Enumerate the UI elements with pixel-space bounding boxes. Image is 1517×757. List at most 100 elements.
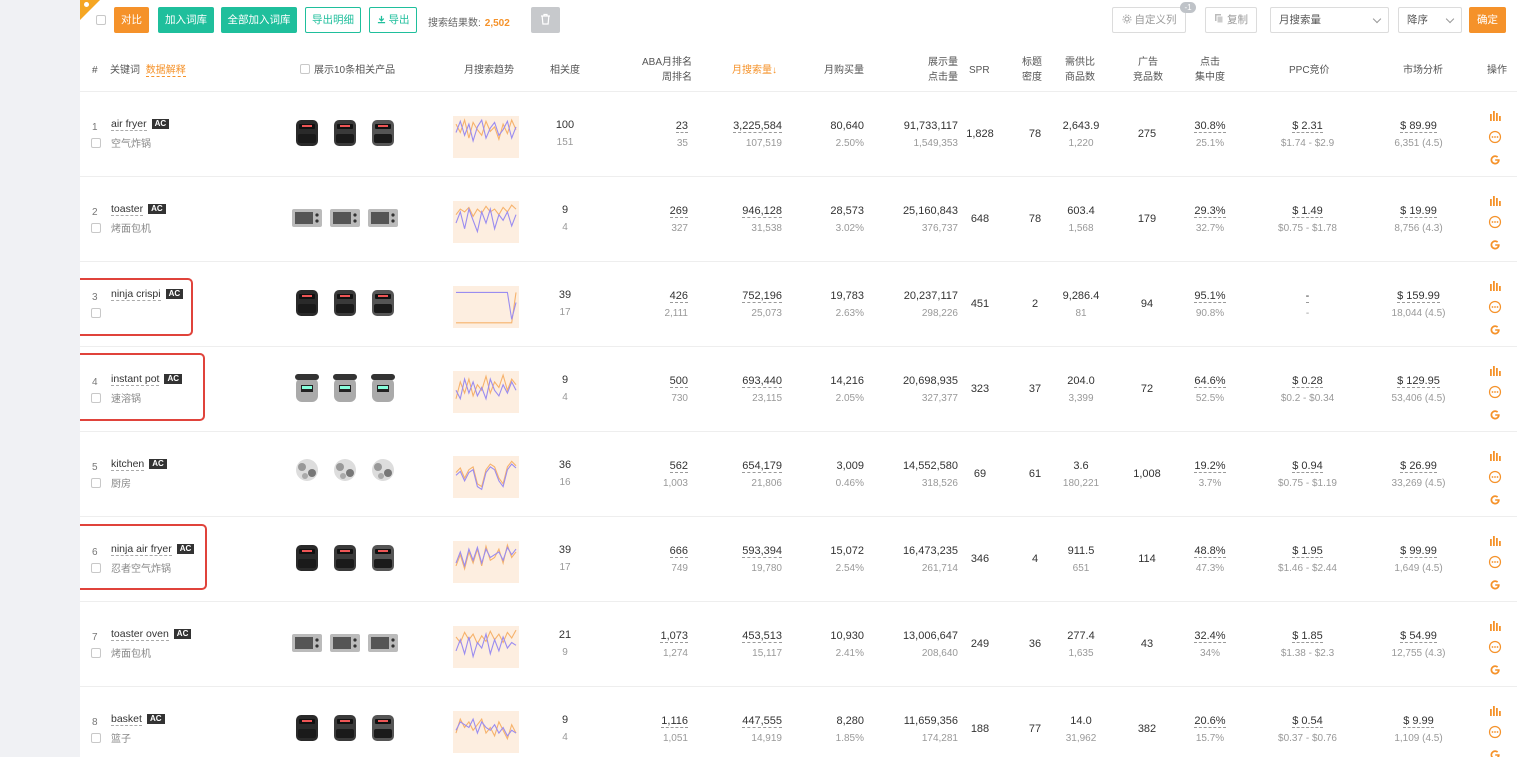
product-thumbnail[interactable] <box>328 369 362 405</box>
product-thumbnail[interactable] <box>366 454 400 490</box>
keyword-text[interactable]: basket <box>111 713 142 726</box>
export-detail-button[interactable]: 导出明细 <box>305 7 361 33</box>
data-explain-link[interactable]: 数据解释 <box>145 65 186 77</box>
more-icon[interactable] <box>1488 300 1502 314</box>
keyword-cell[interactable]: ninja air fryer AC <box>111 543 195 556</box>
keyword-cell[interactable]: kitchen AC <box>111 458 167 471</box>
col-click-concentration[interactable]: 点击 集中度 <box>1194 55 1226 85</box>
product-thumbnail[interactable] <box>366 539 400 575</box>
trend-sparkline[interactable] <box>453 541 519 583</box>
product-thumbnail[interactable] <box>328 709 362 745</box>
trend-sparkline[interactable] <box>453 116 519 158</box>
more-icon[interactable] <box>1488 130 1502 144</box>
add-all-to-library-button[interactable]: 全部加入词库 <box>221 7 297 33</box>
google-icon[interactable] <box>1488 237 1502 251</box>
bar-chart-icon[interactable] <box>1488 278 1502 292</box>
product-thumbnail[interactable] <box>328 199 362 235</box>
google-icon[interactable] <box>1488 322 1502 336</box>
product-thumbnail[interactable] <box>366 624 400 660</box>
product-thumbnail[interactable] <box>328 114 362 150</box>
keyword-text[interactable]: toaster oven <box>111 628 169 641</box>
col-aba-rank[interactable]: ABA月排名 周排名 <box>638 55 692 85</box>
product-thumbnail[interactable] <box>328 454 362 490</box>
product-thumbnail[interactable] <box>290 114 324 150</box>
col-monthly-purchase[interactable]: 月购买量 <box>824 63 864 78</box>
product-thumbnail[interactable] <box>366 114 400 150</box>
keyword-cell[interactable]: basket AC <box>111 713 165 726</box>
trend-sparkline[interactable] <box>453 286 519 328</box>
col-ads[interactable]: 广告 竞品数 <box>1132 55 1164 85</box>
bar-chart-icon[interactable] <box>1488 618 1502 632</box>
product-thumbnail[interactable] <box>290 709 324 745</box>
compare-button[interactable]: 对比 <box>114 7 149 33</box>
product-thumbnail[interactable] <box>366 709 400 745</box>
delete-button[interactable] <box>531 7 560 33</box>
custom-columns-button[interactable]: 自定义列 <box>1112 7 1186 33</box>
more-icon[interactable] <box>1488 385 1502 399</box>
add-to-library-button[interactable]: 加入词库 <box>158 7 214 33</box>
keyword-cell[interactable]: toaster AC <box>111 203 166 216</box>
product-thumbnail[interactable] <box>366 284 400 320</box>
keyword-cell[interactable]: toaster oven AC <box>111 628 192 641</box>
more-icon[interactable] <box>1488 470 1502 484</box>
product-thumbnail[interactable] <box>290 454 324 490</box>
export-button[interactable]: 导出 <box>369 7 417 33</box>
col-market[interactable]: 市场分析 <box>1403 63 1443 78</box>
google-icon[interactable] <box>1488 492 1502 506</box>
google-icon[interactable] <box>1488 577 1502 591</box>
trend-sparkline[interactable] <box>453 371 519 413</box>
confirm-button[interactable]: 确定 <box>1469 7 1506 33</box>
bar-chart-icon[interactable] <box>1488 193 1502 207</box>
keyword-text[interactable]: air fryer <box>111 118 147 131</box>
keyword-cell[interactable]: air fryer AC <box>111 118 170 131</box>
copy-button[interactable]: 复制 <box>1205 7 1257 33</box>
row-checkbox[interactable] <box>91 648 101 658</box>
col-ppc[interactable]: PPC竞价 <box>1289 63 1330 78</box>
row-checkbox[interactable] <box>91 393 101 403</box>
keyword-text[interactable]: instant pot <box>111 373 160 386</box>
trend-sparkline[interactable] <box>453 626 519 668</box>
col-monthly-search[interactable]: 月搜索量↓ <box>732 63 777 78</box>
keyword-cell[interactable]: ninja crispi AC <box>111 288 184 301</box>
google-icon[interactable] <box>1488 407 1502 421</box>
google-icon[interactable] <box>1488 152 1502 166</box>
show-products-checkbox[interactable] <box>300 64 310 74</box>
col-spr[interactable]: SPR <box>969 63 990 78</box>
col-supply-demand[interactable]: 需供比 商品数 <box>1064 55 1096 85</box>
bar-chart-icon[interactable] <box>1488 703 1502 717</box>
row-checkbox[interactable] <box>91 478 101 488</box>
row-checkbox[interactable] <box>91 308 101 318</box>
product-thumbnail[interactable] <box>290 284 324 320</box>
col-title-density[interactable]: 标题 密度 <box>1020 55 1044 85</box>
product-thumbnail[interactable] <box>328 539 362 575</box>
row-checkbox[interactable] <box>91 733 101 743</box>
bar-chart-icon[interactable] <box>1488 533 1502 547</box>
product-thumbnail[interactable] <box>328 624 362 660</box>
keyword-text[interactable]: ninja air fryer <box>111 543 172 556</box>
more-icon[interactable] <box>1488 555 1502 569</box>
product-thumbnail[interactable] <box>328 284 362 320</box>
bar-chart-icon[interactable] <box>1488 448 1502 462</box>
keyword-text[interactable]: kitchen <box>111 458 145 471</box>
col-impressions[interactable]: 展示量 点击量 <box>918 55 958 85</box>
row-checkbox[interactable] <box>91 223 101 233</box>
google-icon[interactable] <box>1488 662 1502 676</box>
product-thumbnail[interactable] <box>290 624 324 660</box>
trend-sparkline[interactable] <box>453 711 519 753</box>
row-checkbox[interactable] <box>91 138 101 148</box>
product-thumbnail[interactable] <box>366 369 400 405</box>
product-thumbnail[interactable] <box>366 199 400 235</box>
row-checkbox[interactable] <box>91 563 101 573</box>
trend-sparkline[interactable] <box>453 201 519 243</box>
product-thumbnail[interactable] <box>290 369 324 405</box>
more-icon[interactable] <box>1488 215 1502 229</box>
select-all-checkbox[interactable] <box>96 15 106 25</box>
product-thumbnail[interactable] <box>290 539 324 575</box>
more-icon[interactable] <box>1488 725 1502 739</box>
keyword-cell[interactable]: instant pot AC <box>111 373 183 386</box>
trend-sparkline[interactable] <box>453 456 519 498</box>
keyword-text[interactable]: toaster <box>111 203 144 216</box>
google-icon[interactable] <box>1488 747 1502 757</box>
bar-chart-icon[interactable] <box>1488 108 1502 122</box>
bar-chart-icon[interactable] <box>1488 363 1502 377</box>
